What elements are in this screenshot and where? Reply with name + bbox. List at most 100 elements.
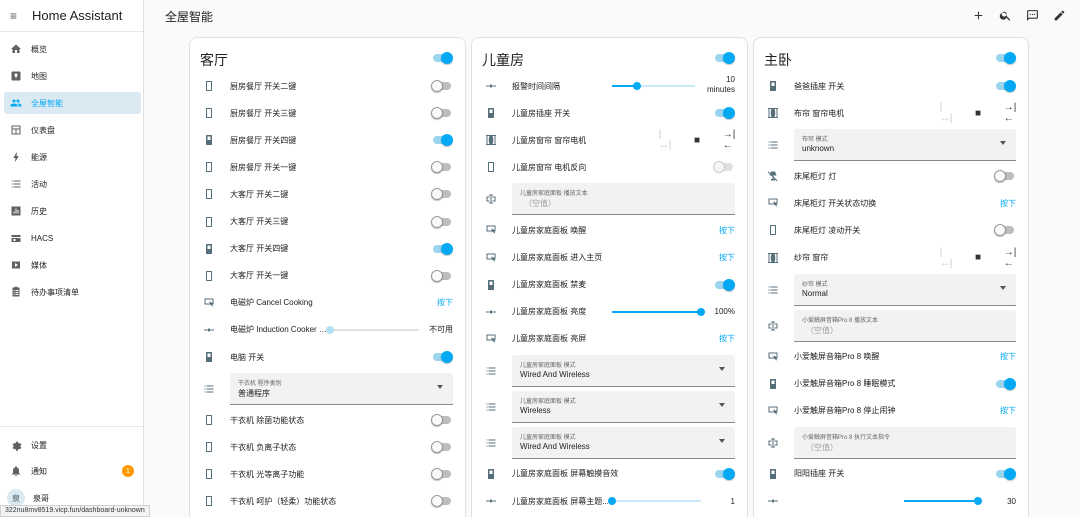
button-press-icon: [484, 332, 498, 346]
press-button[interactable]: 按下: [1000, 351, 1016, 362]
stop-icon[interactable]: ■: [691, 134, 703, 146]
assist-chat-icon[interactable]: [1025, 8, 1039, 22]
field-label: 儿童房家庭面板 模式: [520, 362, 576, 369]
select-value: Normal: [802, 288, 828, 298]
close-cover-icon[interactable]: →|←: [1004, 247, 1017, 269]
area-toggle[interactable]: [994, 52, 1016, 64]
search-icon[interactable]: [998, 8, 1012, 22]
entity-toggle[interactable]: [431, 215, 453, 228]
entity-slider[interactable]: [608, 495, 701, 507]
select-value: Wired And Wireless: [520, 369, 590, 379]
slider-icon: [484, 494, 498, 508]
area-card-kids-room: 儿童房 报警时间间隔 10 minutes 儿童房插座 开关 儿童房窗帘 窗帘电机 |↔| ■…: [471, 37, 748, 517]
switch-on-icon: [202, 242, 216, 256]
slider-thumb[interactable]: [974, 497, 982, 505]
entity-toggle[interactable]: [431, 441, 453, 454]
press-button[interactable]: 按下: [437, 297, 453, 308]
slider-value: 1: [730, 496, 735, 506]
open-cover-icon[interactable]: |↔|: [940, 102, 953, 124]
select-field[interactable]: 儿童房家庭面板 模式 Wired And Wireless: [512, 354, 735, 387]
slider-unit: minutes: [706, 85, 735, 94]
text-box-icon: [484, 192, 498, 206]
entity-toggle[interactable]: [431, 414, 453, 427]
open-cover-icon[interactable]: |↔|: [940, 247, 953, 269]
entity-row: 干衣机 除菌功能状态: [190, 408, 465, 432]
entity-label: 儿童房家庭面板 屏幕触摸音效: [512, 469, 619, 479]
add-icon[interactable]: [971, 8, 985, 22]
sidebar-item-clipboard[interactable]: 待办事项清单: [4, 281, 141, 303]
entity-toggle[interactable]: [994, 467, 1016, 480]
press-button[interactable]: 按下: [719, 225, 735, 236]
entity-toggle[interactable]: [431, 495, 453, 508]
sidebar-item-list[interactable]: 活动: [4, 173, 141, 195]
entity-slider[interactable]: [904, 495, 982, 507]
entity-slider[interactable]: [612, 306, 705, 318]
entity-toggle[interactable]: [431, 107, 453, 120]
text-field[interactable]: 小爱触屏音箱Pro 8 执行文本指令 （空值）: [794, 426, 1016, 459]
switch-icon: [766, 223, 780, 237]
entity-toggle[interactable]: [713, 278, 735, 291]
sidebar-item-media[interactable]: 媒体: [4, 254, 141, 276]
sidebar-item-notifications[interactable]: 通知 1: [4, 460, 141, 482]
entity-toggle[interactable]: [431, 351, 453, 363]
text-field[interactable]: 小爱触屏音箱Pro 8 播放文本 （空值）: [794, 309, 1016, 342]
entity-row: 儿童房窗帘 窗帘电机 |↔| ■ →|←: [472, 128, 747, 152]
open-cover-icon[interactable]: |↔|: [659, 129, 672, 151]
sidebar-item-chart[interactable]: 历史: [4, 200, 141, 222]
menu-collapse-icon[interactable]: ≡: [10, 10, 24, 22]
entity-label: 厨房餐厅 开关四键: [230, 135, 297, 145]
top-bar: 全屋智能: [145, 0, 1080, 32]
sidebar-item-hacs[interactable]: HACS: [4, 227, 141, 249]
entity-toggle[interactable]: [431, 161, 453, 174]
stop-icon[interactable]: ■: [972, 252, 984, 264]
sidebar-item-settings[interactable]: 设置: [4, 434, 141, 456]
sidebar-item-people[interactable]: 全屋智能: [4, 92, 141, 114]
entity-toggle[interactable]: [994, 224, 1016, 237]
area-toggle[interactable]: [713, 52, 735, 64]
slider-thumb[interactable]: [697, 307, 705, 316]
slider-thumb[interactable]: [633, 82, 641, 90]
sidebar-item-home[interactable]: 概览: [4, 38, 141, 60]
select-field[interactable]: 干衣机 程序类别 普通程序: [230, 373, 453, 406]
entity-toggle[interactable]: [431, 242, 453, 255]
card-title: 主卧: [764, 52, 792, 68]
hacs-icon: [10, 232, 22, 244]
entity-toggle[interactable]: [713, 107, 735, 120]
entity-toggle[interactable]: [994, 80, 1016, 92]
entity-slider[interactable]: [612, 80, 695, 92]
sidebar-item-dashboard[interactable]: 仪表盘: [4, 119, 141, 141]
field-placeholder: （空值）: [806, 442, 838, 452]
select-field[interactable]: 布帘 模式 unknown: [794, 129, 1016, 162]
press-button[interactable]: 按下: [719, 333, 735, 344]
press-button[interactable]: 按下: [1000, 405, 1016, 416]
clipboard-icon: [10, 286, 22, 298]
home-icon: [10, 43, 22, 55]
press-button[interactable]: 按下: [719, 252, 735, 263]
entity-toggle[interactable]: [994, 170, 1016, 183]
stop-icon[interactable]: ■: [972, 107, 984, 119]
text-field[interactable]: 儿童房家庭面板 播放文本 （空值）: [512, 183, 735, 216]
entity-row: 儿童房家庭面板 进入主页 按下: [472, 246, 747, 270]
entity-toggle[interactable]: [431, 269, 453, 282]
entity-toggle[interactable]: [713, 467, 735, 480]
sidebar-item-map[interactable]: 地图: [4, 65, 141, 87]
entity-toggle[interactable]: [431, 80, 453, 92]
entity-label: 儿童房家庭面板 亮度: [512, 307, 587, 317]
entity-toggle[interactable]: [431, 134, 453, 147]
edit-pencil-icon[interactable]: [1052, 8, 1066, 22]
close-cover-icon[interactable]: →|←: [1004, 102, 1017, 124]
entity-toggle[interactable]: [431, 468, 453, 481]
list-icon: [10, 178, 22, 190]
close-cover-icon[interactable]: →|←: [723, 129, 736, 151]
slider-thumb[interactable]: [608, 497, 616, 505]
area-toggle[interactable]: [431, 52, 453, 64]
sidebar-item-bolt[interactable]: 能源: [4, 146, 141, 168]
entity-toggle[interactable]: [994, 377, 1016, 390]
entity-toggle[interactable]: [431, 188, 453, 201]
select-field[interactable]: 纱帘 模式 Normal: [794, 273, 1016, 306]
chevron-down-icon: [719, 438, 725, 443]
select-field[interactable]: 儿童房家庭面板 模式 Wired And Wireless: [512, 426, 735, 459]
field-placeholder: （空值）: [524, 199, 556, 209]
press-button[interactable]: 按下: [1000, 198, 1016, 209]
select-field[interactable]: 儿童房家庭面板 模式 Wireless: [512, 390, 735, 423]
